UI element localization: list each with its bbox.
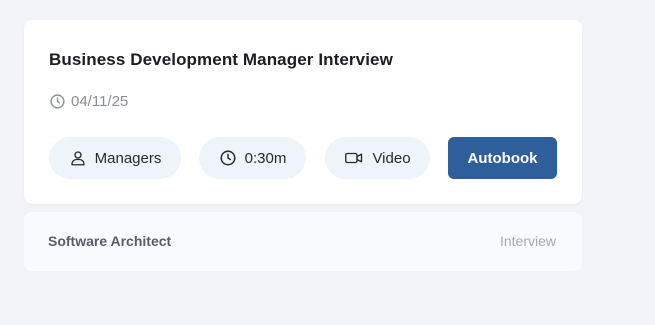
list-item-title: Software Architect [48,233,172,249]
format-label: Video [372,149,411,167]
clock-icon [49,93,66,110]
user-icon [69,149,87,167]
autobook-button[interactable]: Autobook [448,137,557,179]
list-item-type: Interview [499,233,556,249]
format-pill[interactable]: Video [325,137,430,179]
interview-date: 04/11/25 [71,93,129,110]
interview-card: Business Development Manager Interview 0… [24,20,582,204]
audience-label: Managers [94,149,162,167]
date-row: 04/11/25 [49,93,128,110]
duration-label: 0:30m [244,149,287,167]
clock-icon [219,149,237,167]
video-camera-icon [344,149,364,167]
list-item-software-architect[interactable]: Software Architect Interview [24,212,582,271]
interview-title: Business Development Manager Interview [49,50,393,69]
duration-pill[interactable]: 0:30m [199,137,306,179]
audience-pill[interactable]: Managers [49,137,181,179]
